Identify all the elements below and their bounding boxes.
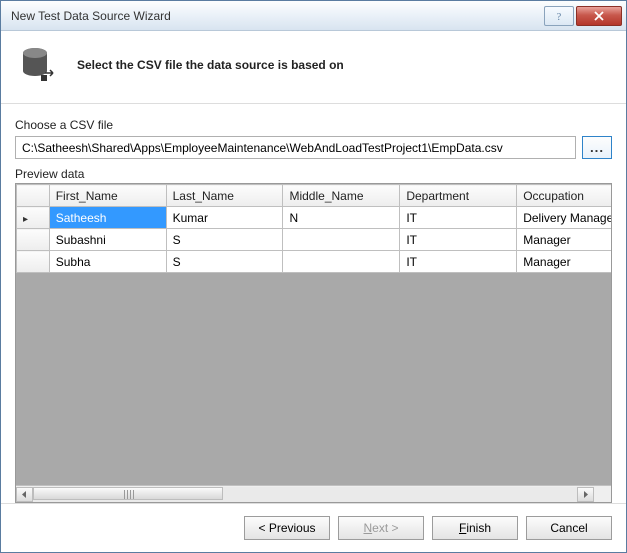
finish-button[interactable]: Finish [432,516,518,540]
wizard-header-text: Select the CSV file the data source is b… [77,58,344,72]
cell[interactable]: S [166,251,283,273]
col-header-first-name[interactable]: First_Name [49,185,166,207]
wizard-footer: < Previous Next > Finish Cancel [1,503,626,552]
window-title: New Test Data Source Wizard [11,9,544,23]
row-indicator[interactable] [17,251,50,273]
wizard-header: Select the CSV file the data source is b… [1,31,626,104]
scroll-left-button[interactable] [16,487,33,502]
close-icon [593,10,605,22]
scroll-track[interactable] [33,487,577,502]
col-header-last-name[interactable]: Last_Name [166,185,283,207]
scroll-grip-icon [124,490,134,499]
titlebar: New Test Data Source Wizard ? [1,1,626,31]
col-header-department[interactable]: Department [400,185,517,207]
ellipsis-icon: ... [590,140,604,155]
help-button[interactable]: ? [544,6,574,26]
cell[interactable]: Delivery Manager [517,207,611,229]
col-header-middle-name[interactable]: Middle_Name [283,185,400,207]
cell[interactable] [283,251,400,273]
browse-button[interactable]: ... [582,136,612,159]
next-button-label: Next > [363,521,398,535]
cell[interactable]: Manager [517,251,611,273]
row-header-corner[interactable] [17,185,50,207]
choose-file-label: Choose a CSV file [15,118,612,132]
chevron-left-icon [21,491,28,498]
cell[interactable]: IT [400,207,517,229]
close-button[interactable] [576,6,622,26]
scroll-right-button[interactable] [577,487,594,502]
scroll-thumb[interactable] [33,487,223,500]
cell[interactable]: Manager [517,229,611,251]
csv-path-input[interactable] [15,136,576,159]
cell[interactable]: IT [400,229,517,251]
previous-button-label: < Previous [258,521,315,535]
cell[interactable]: Subashni [49,229,166,251]
cell[interactable]: Satheesh [49,207,166,229]
next-button: Next > [338,516,424,540]
table-row[interactable]: Satheesh Kumar N IT Delivery Manager Mal… [17,207,612,229]
preview-grid: First_Name Last_Name Middle_Name Departm… [15,183,612,503]
cancel-button-label: Cancel [550,521,587,535]
cell[interactable]: IT [400,251,517,273]
file-path-row: ... [15,136,612,159]
preview-table: First_Name Last_Name Middle_Name Departm… [16,184,611,273]
wizard-window: New Test Data Source Wizard ? Select the… [0,0,627,553]
help-icon: ? [553,10,565,22]
horizontal-scrollbar[interactable] [16,485,611,502]
cell[interactable] [283,229,400,251]
table-row[interactable]: Subashni S IT Manager Female [17,229,612,251]
wizard-body: Choose a CSV file ... Preview data First… [1,104,626,503]
col-header-occupation[interactable]: Occupation [517,185,611,207]
chevron-right-icon [582,491,589,498]
cell[interactable]: N [283,207,400,229]
cancel-button[interactable]: Cancel [526,516,612,540]
svg-text:?: ? [557,12,562,22]
cell[interactable]: Kumar [166,207,283,229]
previous-button[interactable]: < Previous [244,516,330,540]
table-row[interactable]: Subha S IT Manager Female [17,251,612,273]
row-indicator[interactable] [17,207,50,229]
cell[interactable]: S [166,229,283,251]
database-icon [19,45,59,85]
grid-viewport[interactable]: First_Name Last_Name Middle_Name Departm… [16,184,611,485]
finish-button-label: Finish [459,521,491,535]
row-indicator[interactable] [17,229,50,251]
cell[interactable]: Subha [49,251,166,273]
preview-label: Preview data [15,167,612,181]
window-controls: ? [544,6,622,26]
